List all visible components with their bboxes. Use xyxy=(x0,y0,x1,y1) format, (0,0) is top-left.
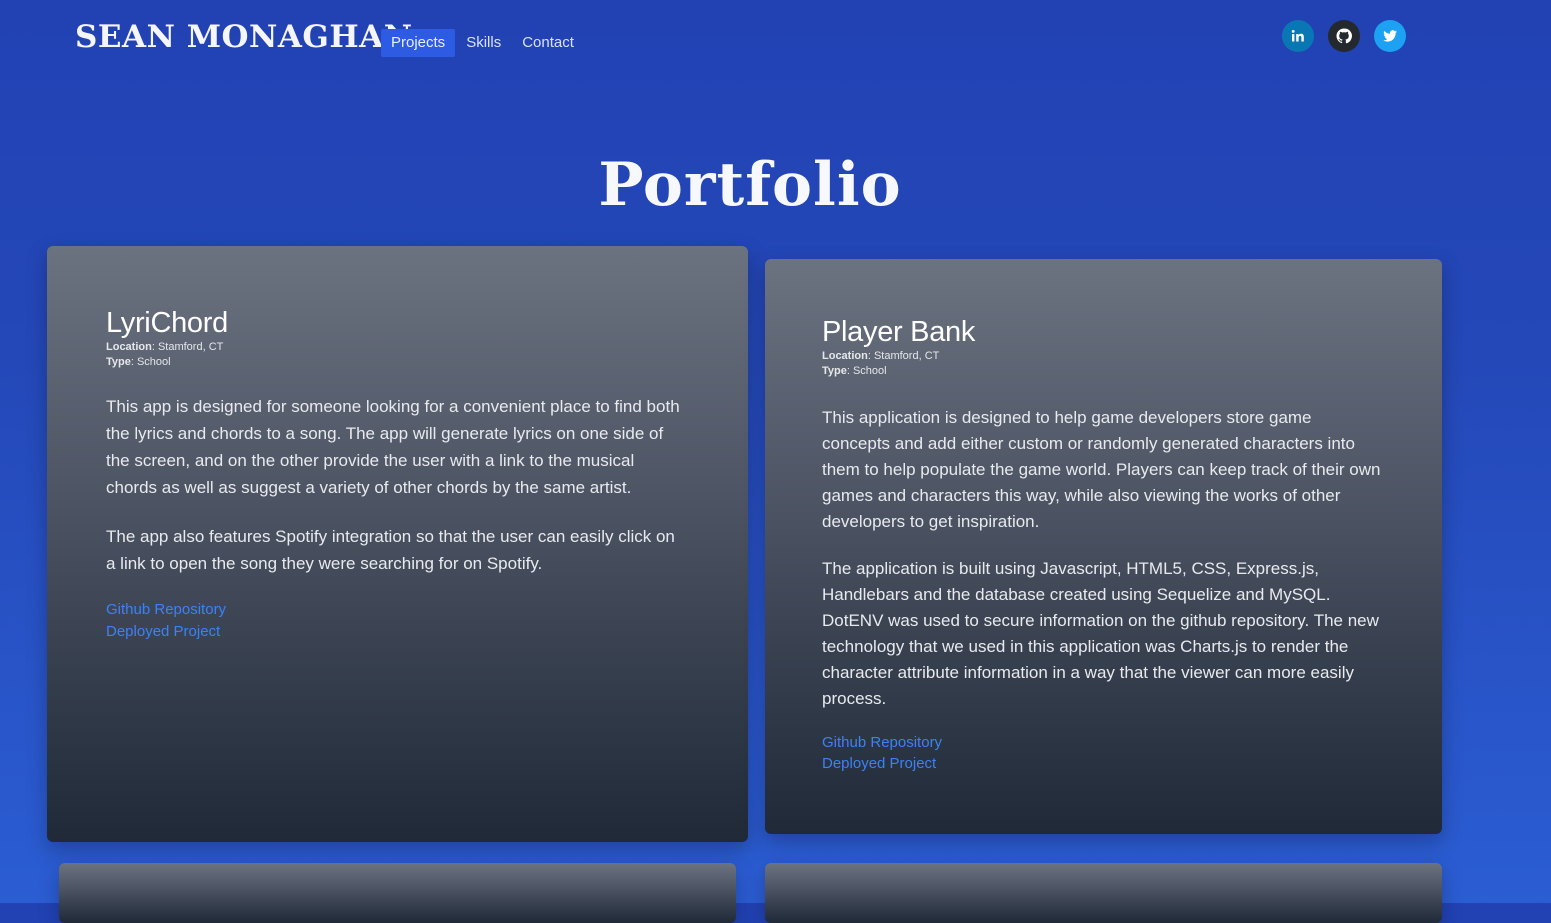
project-description: This application is designed to help gam… xyxy=(822,408,1381,531)
nav-contact[interactable]: Contact xyxy=(512,29,584,57)
social-links xyxy=(1282,20,1420,52)
project-type: Type: School xyxy=(822,364,1384,379)
type-label: Type xyxy=(822,365,847,377)
github-repository-link[interactable]: Github Repository xyxy=(106,599,226,621)
project-location: Location: Stamford, CT xyxy=(106,340,688,355)
location-value: : Stamford, CT xyxy=(867,350,940,362)
linkedin-icon xyxy=(1291,30,1304,42)
github-repository-link[interactable]: Github Repository xyxy=(822,732,942,753)
deployed-project-link[interactable]: Deployed Project xyxy=(822,753,936,774)
nav-skills[interactable]: Skills xyxy=(456,29,511,57)
linkedin-button[interactable] xyxy=(1282,20,1314,52)
project-card xyxy=(59,863,736,923)
project-links: Github Repository Deployed Project xyxy=(106,599,688,643)
project-location: Location: Stamford, CT xyxy=(822,349,1384,364)
project-description: The app also features Spotify integratio… xyxy=(106,527,675,573)
brand-name[interactable]: SEAN MONAGHAN xyxy=(75,17,413,57)
navbar: SEAN MONAGHAN Projects Skills Contact xyxy=(0,0,1551,80)
page-title: Portfolio xyxy=(598,150,902,220)
type-value: : School xyxy=(846,365,887,377)
project-title: LyriChord xyxy=(106,307,228,339)
github-button[interactable] xyxy=(1328,20,1360,52)
type-label: Type xyxy=(106,356,131,368)
project-card: Player Bank Location: Stamford, CT Type:… xyxy=(765,259,1442,834)
project-type: Type: School xyxy=(106,355,688,370)
project-description: The application is built using Javascrip… xyxy=(822,559,1379,708)
project-links: Github Repository Deployed Project xyxy=(822,732,1384,774)
twitter-button[interactable] xyxy=(1374,20,1406,52)
project-card: LyriChord Location: Stamford, CT Type: S… xyxy=(47,246,748,842)
github-icon xyxy=(1336,28,1352,44)
type-value: : School xyxy=(130,356,171,368)
twitter-icon xyxy=(1383,30,1397,42)
location-label: Location xyxy=(822,350,868,362)
project-card xyxy=(765,863,1442,923)
location-label: Location xyxy=(106,341,152,353)
location-value: : Stamford, CT xyxy=(151,341,224,353)
deployed-project-link[interactable]: Deployed Project xyxy=(106,621,220,643)
nav-links: Projects Skills Contact xyxy=(381,29,585,57)
project-description: This app is designed for someone looking… xyxy=(106,397,680,497)
nav-projects[interactable]: Projects xyxy=(381,29,456,57)
project-title: Player Bank xyxy=(822,316,976,348)
